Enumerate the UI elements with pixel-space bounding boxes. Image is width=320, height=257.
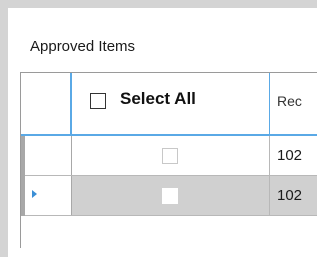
select-all-label[interactable]: Select All bbox=[120, 89, 196, 109]
column-header-req[interactable]: Rec bbox=[277, 93, 302, 109]
table-row[interactable]: 102 bbox=[21, 136, 317, 176]
select-all-checkbox[interactable] bbox=[90, 93, 106, 109]
grid-header-row: Select All Rec bbox=[21, 73, 317, 136]
select-all-header[interactable]: Select All bbox=[72, 73, 270, 134]
approve-cell[interactable] bbox=[72, 136, 270, 175]
row-header[interactable] bbox=[21, 176, 72, 215]
group-box-title: Approved Items bbox=[30, 38, 136, 55]
approve-checkbox[interactable] bbox=[162, 148, 178, 164]
req-cell[interactable]: 102 bbox=[277, 147, 302, 164]
row-header-edge bbox=[21, 136, 25, 216]
row-header[interactable] bbox=[21, 136, 72, 175]
approve-checkbox[interactable] bbox=[162, 188, 178, 204]
req-cell[interactable]: 102 bbox=[277, 187, 302, 204]
approve-cell[interactable] bbox=[72, 176, 270, 215]
table-row-selected[interactable]: 102 bbox=[21, 176, 317, 216]
grid-header-corner bbox=[21, 73, 72, 134]
current-row-arrow-icon bbox=[32, 190, 37, 198]
approved-items-grid[interactable]: Select All Rec 102 102 bbox=[20, 72, 317, 248]
